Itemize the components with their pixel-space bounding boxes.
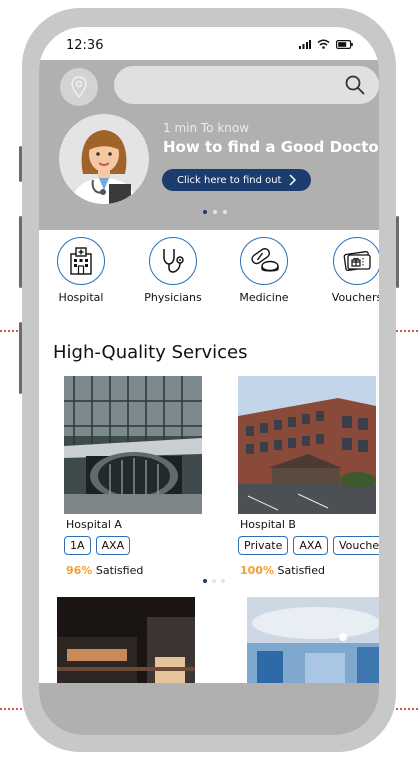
hospital-tag[interactable]: 1A [64,536,91,555]
search-bar[interactable] [114,66,379,106]
promo-banner: 1 min To know How to find a Good Doctor … [39,60,379,230]
location-pin-icon [71,76,87,98]
status-time: 12:36 [66,38,104,53]
wifi-icon [317,39,330,49]
card-pagination [203,579,225,583]
hospital-d-photo[interactable] [247,597,379,687]
section-title: High-Quality Services [53,342,248,363]
hospital-tag[interactable]: Private [238,536,289,555]
doctor-avatar [59,114,149,204]
search-icon[interactable] [345,75,365,95]
stethoscope-icon [163,249,184,273]
hospital-b-image [238,376,376,514]
hospital-b-photo [238,376,376,514]
hospital-d-image [247,597,379,687]
satisfaction-rate: 100% Satisfied [240,564,325,577]
category-label: Hospital [58,291,104,304]
phone-side-button [396,216,399,288]
pagination-dot[interactable] [212,579,216,583]
category-circle [57,237,105,285]
pagination-dot-active[interactable] [203,210,207,214]
category-label: Vouchers [331,291,379,304]
satisfaction-label: Satisfied [277,564,325,577]
battery-icon [336,39,353,49]
satisfaction-percent: 100% [240,564,274,577]
bottom-navigation-bar [39,683,379,735]
pagination-dot[interactable] [223,210,227,214]
hospital-a-image [64,376,202,514]
pagination-dot[interactable] [221,579,225,583]
category-circle [149,237,197,285]
hospital-c-image [57,597,195,687]
category-hospital[interactable]: Hospital [42,237,120,304]
location-button[interactable] [60,68,98,106]
category-circle [240,237,288,285]
hospital-name: Hospital A [66,518,122,531]
status-bar: 12:36 [39,27,379,60]
satisfaction-percent: 96% [66,564,93,577]
hospital-tags: Private AXA Voucher [238,536,379,555]
satisfaction-rate: 96% Satisfied [66,564,143,577]
category-medicine[interactable]: Medicine [225,237,303,304]
status-icons [299,39,353,49]
banner-pagination [203,210,227,214]
phone-screen: 12:36 1 min To know How to find a Good D… [39,27,379,735]
category-label: Physicians [144,291,202,304]
hospital-tags: 1A AXA [64,536,131,555]
doctor-illustration [71,130,137,204]
hospital-c-photo[interactable] [57,597,195,687]
category-label: Medicine [239,291,289,304]
chevron-right-icon [289,174,297,186]
banner-subtitle: 1 min To know [163,121,250,135]
hospital-card[interactable]: Hospital B Private AXA Voucher 100% Sati… [238,376,379,577]
banner-headline: How to find a Good Doctor [163,138,379,156]
hospital-name: Hospital B [240,518,296,531]
hospital-tag[interactable]: AXA [95,536,131,555]
satisfaction-label: Satisfied [95,564,144,577]
category-circle [333,237,379,285]
voucher-icon [343,251,371,271]
pagination-dot-active[interactable] [203,579,207,583]
hospital-card[interactable]: Hospital A 1A AXA 96% Satisfied [64,376,204,577]
category-physicians[interactable]: Physicians [134,237,212,304]
hospital-tag[interactable]: AXA [293,536,328,555]
hospital-icon [70,247,92,275]
pagination-dot[interactable] [213,210,217,214]
pill-icon [251,248,279,272]
search-input[interactable] [128,66,342,106]
hospital-tag[interactable]: Voucher [332,536,379,555]
hospital-a-photo [64,376,202,514]
category-vouchers[interactable]: Vouchers [318,237,379,304]
find-out-button[interactable]: Click here to find out [162,169,311,191]
find-out-button-label: Click here to find out [177,174,282,186]
signal-icon [299,39,311,49]
